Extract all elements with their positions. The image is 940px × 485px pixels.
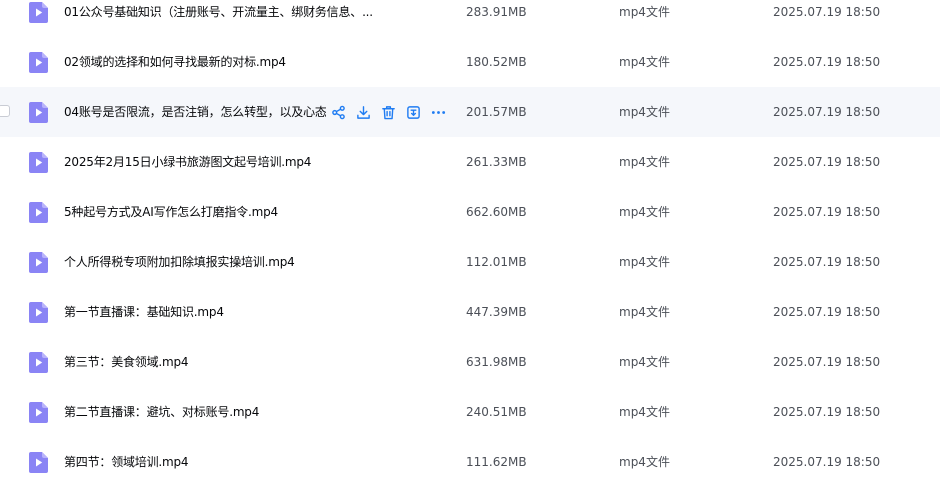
file-type: mp4文件 [619, 405, 670, 419]
trash-icon [382, 105, 395, 119]
file-date: 2025.07.19 18:50 [773, 455, 881, 469]
file-type: mp4文件 [619, 205, 670, 219]
file-size: 180.52MB [466, 55, 527, 69]
file-name[interactable]: 第三节：美食领域.mp4 [64, 337, 188, 387]
file-type: mp4文件 [619, 255, 670, 269]
file-type: mp4文件 [619, 5, 670, 19]
file-list: 01公众号基础知识（注册账号、开流量主、绑财务信息、... 283.91MB m… [0, 0, 940, 485]
file-type: mp4文件 [619, 455, 670, 469]
video-file-icon [29, 102, 48, 123]
share-button[interactable] [330, 104, 347, 121]
file-name[interactable]: 2025年2月15日小绿书旅游图文起号培训.mp4 [64, 137, 311, 187]
file-name[interactable]: 5种起号方式及AI写作怎么打磨指令.mp4 [64, 187, 278, 237]
more-icon [431, 110, 446, 114]
video-file-icon [29, 52, 48, 73]
file-date: 2025.07.19 18:50 [773, 5, 881, 19]
video-file-icon [29, 302, 48, 323]
video-file-icon [29, 202, 48, 223]
file-name[interactable]: 第二节直播课：避坑、对标账号.mp4 [64, 387, 259, 437]
file-date: 2025.07.19 18:50 [773, 205, 881, 219]
file-row[interactable]: 第三节：美食领域.mp4 631.98MB mp4文件 2025.07.19 1… [0, 337, 940, 387]
file-date: 2025.07.19 18:50 [773, 355, 881, 369]
video-file-icon [29, 2, 48, 23]
file-type: mp4文件 [619, 155, 670, 169]
file-row[interactable]: 第二节直播课：避坑、对标账号.mp4 240.51MB mp4文件 2025.0… [0, 387, 940, 437]
download-button[interactable] [355, 104, 372, 121]
file-date: 2025.07.19 18:50 [773, 105, 881, 119]
file-date: 2025.07.19 18:50 [773, 155, 881, 169]
file-size: 261.33MB [466, 155, 527, 169]
file-date: 2025.07.19 18:50 [773, 405, 881, 419]
file-size: 112.01MB [466, 255, 527, 269]
file-size: 283.91MB [466, 5, 527, 19]
video-file-icon [29, 352, 48, 373]
share-icon [332, 105, 345, 119]
file-type: mp4文件 [619, 305, 670, 319]
file-row[interactable]: 2025年2月15日小绿书旅游图文起号培训.mp4 261.33MB mp4文件… [0, 137, 940, 187]
row-checkbox[interactable] [0, 105, 10, 117]
file-size: 662.60MB [466, 205, 527, 219]
file-name[interactable]: 第四节：领域培训.mp4 [64, 437, 188, 485]
video-file-icon [29, 152, 48, 173]
file-name[interactable]: 04账号是否限流，是否注销，怎么转型，以及心态 [64, 87, 326, 137]
file-name[interactable]: 第一节直播课：基础知识.mp4 [64, 287, 224, 337]
file-row[interactable]: 04账号是否限流，是否注销，怎么转型，以及心态 201.57MB mp4文件 2… [0, 87, 940, 137]
file-size: 240.51MB [466, 405, 527, 419]
file-name[interactable]: 01公众号基础知识（注册账号、开流量主、绑财务信息、... [64, 0, 373, 37]
file-row[interactable]: 个人所得税专项附加扣除填报实操培训.mp4 112.01MB mp4文件 202… [0, 237, 940, 287]
file-row[interactable]: 第一节直播课：基础知识.mp4 447.39MB mp4文件 2025.07.1… [0, 287, 940, 337]
row-actions [330, 103, 455, 121]
open-button[interactable] [405, 104, 422, 121]
more-button[interactable] [430, 104, 447, 121]
file-row[interactable]: 02领域的选择和如何寻找最新的对标.mp4 180.52MB mp4文件 202… [0, 37, 940, 87]
file-name[interactable]: 个人所得税专项附加扣除填报实操培训.mp4 [64, 237, 295, 287]
file-type: mp4文件 [619, 105, 670, 119]
file-row[interactable]: 第四节：领域培训.mp4 111.62MB mp4文件 2025.07.19 1… [0, 437, 940, 485]
file-row[interactable]: 5种起号方式及AI写作怎么打磨指令.mp4 662.60MB mp4文件 202… [0, 187, 940, 237]
download-icon [357, 105, 370, 119]
file-size: 201.57MB [466, 105, 527, 119]
video-file-icon [29, 252, 48, 273]
file-size: 111.62MB [466, 455, 527, 469]
file-date: 2025.07.19 18:50 [773, 55, 881, 69]
file-type: mp4文件 [619, 355, 670, 369]
file-size: 447.39MB [466, 305, 527, 319]
delete-button[interactable] [380, 104, 397, 121]
file-date: 2025.07.19 18:50 [773, 305, 881, 319]
video-file-icon [29, 402, 48, 423]
file-date: 2025.07.19 18:50 [773, 255, 881, 269]
file-size: 631.98MB [466, 355, 527, 369]
file-row[interactable]: 01公众号基础知识（注册账号、开流量主、绑财务信息、... 283.91MB m… [0, 0, 940, 37]
video-file-icon [29, 452, 48, 473]
file-type: mp4文件 [619, 55, 670, 69]
open-icon [407, 105, 420, 119]
file-name[interactable]: 02领域的选择和如何寻找最新的对标.mp4 [64, 37, 286, 87]
